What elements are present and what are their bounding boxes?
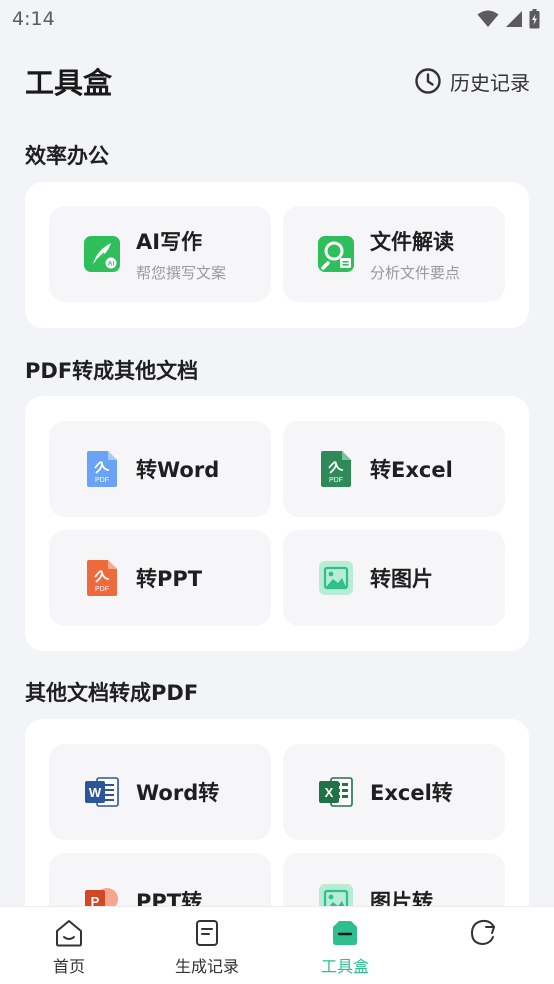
card-pdf-to-other: PDF 转Word PDF 转Excel PDF 转PPT 转图片 <box>25 396 529 651</box>
svg-text:PDF: PDF <box>95 586 109 593</box>
status-icons <box>477 9 540 29</box>
image-icon <box>318 560 354 596</box>
tile-label: 转PPT <box>136 567 203 591</box>
tile-pdf-to-excel[interactable]: PDF 转Excel <box>283 421 505 517</box>
ai-writing-icon: AI <box>84 236 120 272</box>
battery-icon <box>529 9 540 29</box>
nav-records[interactable]: 生成记录 <box>138 907 276 984</box>
home-icon <box>56 920 82 947</box>
status-time: 4:14 <box>12 8 55 30</box>
tile-file-analysis[interactable]: 文件解读 分析文件要点 <box>283 206 505 302</box>
status-bar: 4:14 <box>0 0 554 38</box>
tile-pdf-to-image[interactable]: 转图片 <box>283 530 505 626</box>
profile-icon <box>470 919 495 946</box>
tile-subtitle: 帮您撰写文案 <box>136 263 227 282</box>
history-button[interactable]: 历史记录 <box>414 67 530 96</box>
word-icon: W <box>84 774 120 810</box>
section-title-other-to-pdf: 其他文档转成PDF <box>25 681 199 705</box>
nav-label: 工具盒 <box>320 957 369 976</box>
tile-label: 文件解读 <box>370 229 454 254</box>
svg-text:W: W <box>89 785 102 800</box>
tile-ai-writing[interactable]: AI AI写作 帮您撰写文案 <box>49 206 271 302</box>
tile-pdf-to-ppt[interactable]: PDF 转PPT <box>49 530 271 626</box>
nav-label: 首页 <box>52 957 85 976</box>
pdf-blue-icon: PDF <box>84 451 120 487</box>
bottom-nav: 首页 生成记录 工具盒 <box>0 906 554 984</box>
svg-text:AI: AI <box>108 261 115 268</box>
tile-label: Word转 <box>136 781 220 805</box>
section-title-pdf-to-other: PDF转成其他文档 <box>25 359 199 383</box>
nav-label: 生成记录 <box>174 957 239 976</box>
history-label: 历史记录 <box>450 70 530 95</box>
section-title-efficiency: 效率办公 <box>25 144 109 168</box>
tile-label: Excel转 <box>370 781 453 805</box>
nav-toolbox[interactable]: 工具盒 <box>276 907 414 984</box>
tile-subtitle: 分析文件要点 <box>370 263 461 282</box>
svg-text:X: X <box>325 785 334 800</box>
file-analysis-icon <box>318 236 354 272</box>
nav-home[interactable]: 首页 <box>0 907 138 984</box>
excel-icon: X <box>318 774 354 810</box>
tile-label: 转Excel <box>370 458 453 482</box>
pdf-green-icon: PDF <box>318 451 354 487</box>
tile-pdf-to-word[interactable]: PDF 转Word <box>49 421 271 517</box>
toolbox-icon <box>333 921 357 945</box>
wifi-icon <box>477 10 499 27</box>
tile-excel-to-pdf[interactable]: X Excel转 <box>283 744 505 840</box>
tile-word-to-pdf[interactable]: W Word转 <box>49 744 271 840</box>
tile-label: 转图片 <box>370 567 433 591</box>
card-efficiency: AI AI写作 帮您撰写文案 文件解读 分析文件要点 <box>25 182 529 328</box>
tile-label: AI写作 <box>136 229 203 254</box>
clock-icon <box>415 68 441 94</box>
document-icon <box>196 920 218 946</box>
signal-icon <box>506 11 522 27</box>
pdf-orange-icon: PDF <box>84 560 120 596</box>
nav-profile[interactable] <box>414 907 552 984</box>
header: 工具盒 历史记录 <box>0 58 554 104</box>
page-title: 工具盒 <box>25 66 113 100</box>
svg-text:PDF: PDF <box>95 477 109 484</box>
tile-label: 转Word <box>136 458 220 482</box>
svg-text:PDF: PDF <box>329 477 343 484</box>
